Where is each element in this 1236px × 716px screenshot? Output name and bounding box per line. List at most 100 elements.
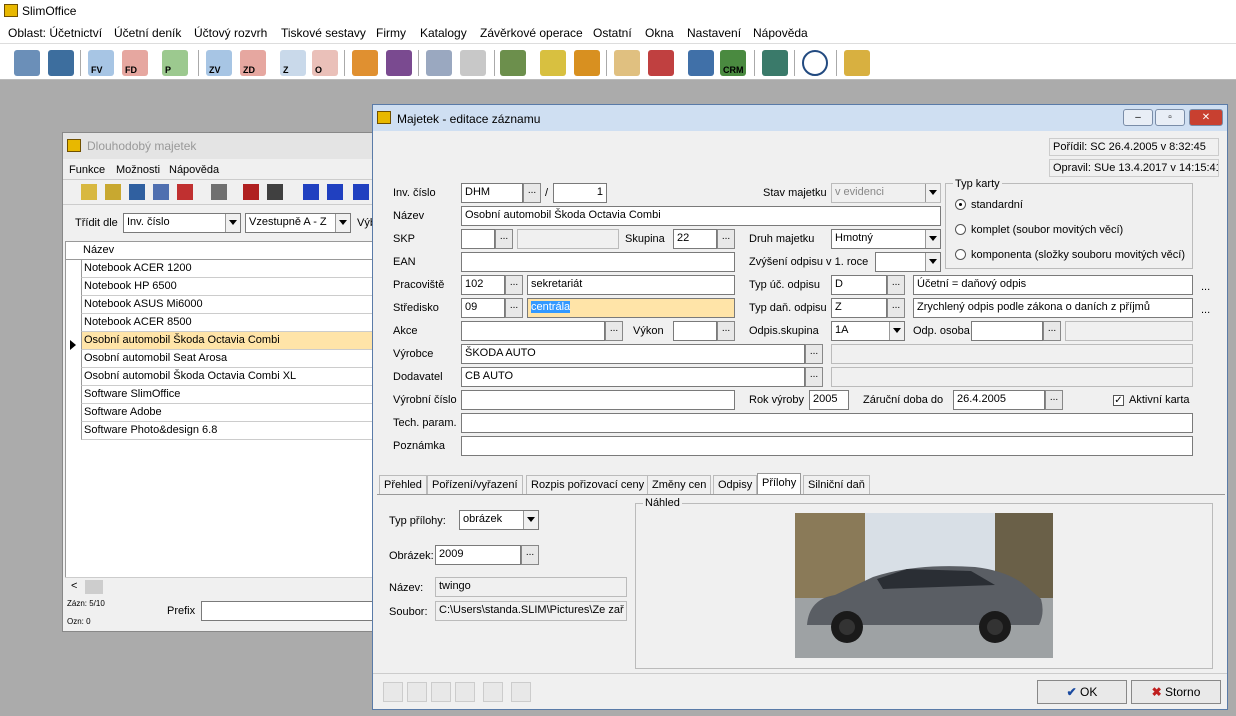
order-button[interactable]: Z [280, 50, 306, 76]
advance-issued-button[interactable]: ZV [206, 50, 232, 76]
car-icon[interactable] [574, 50, 600, 76]
cancel-button[interactable]: ✖ Storno [1131, 680, 1221, 704]
cash-register-icon[interactable] [460, 50, 486, 76]
calculator-icon[interactable] [500, 50, 526, 76]
scroll-left-icon[interactable]: < [71, 580, 77, 592]
note-input[interactable] [461, 436, 1193, 456]
table-row[interactable]: Software SlimOffice [81, 386, 374, 404]
close-icon[interactable]: ✕ [1189, 109, 1223, 126]
print-icon[interactable] [511, 682, 531, 702]
tab-prilohy[interactable]: Přílohy [757, 473, 802, 495]
table-row[interactable]: Osobní automobil Škoda Octavia Combi XL [81, 368, 374, 386]
table-row[interactable]: Software Adobe [81, 404, 374, 422]
attach-image-browse-button[interactable]: ... [521, 545, 539, 565]
horizontal-scrollbar[interactable]: < [65, 577, 375, 595]
attach-image-input[interactable]: 2009 [435, 545, 521, 565]
book-icon[interactable] [386, 50, 412, 76]
workplace-browse-button[interactable]: ... [505, 275, 523, 295]
kind-select[interactable]: Hmotný [831, 229, 941, 249]
supplier-browse-button[interactable]: ... [805, 367, 823, 387]
group-input[interactable]: 22 [673, 229, 717, 249]
sort-field-select[interactable]: Inv. číslo [123, 213, 241, 233]
find-binoculars-icon[interactable] [267, 184, 283, 200]
print-icon[interactable] [211, 184, 227, 200]
menu-nastaveni[interactable]: Nastavení [687, 26, 741, 40]
sort-direction-select[interactable]: Vzestupně A - Z [245, 213, 351, 233]
acc-dep-browse-button[interactable]: ... [887, 275, 905, 295]
skp-browse-button[interactable]: ... [495, 229, 513, 249]
menu-katalogy[interactable]: Katalogy [420, 26, 467, 40]
power-input[interactable] [673, 321, 717, 341]
menu-okna[interactable]: Okna [645, 26, 674, 40]
tab-porizeni[interactable]: Pořízení/vyřazení [427, 475, 523, 495]
first-record-icon[interactable] [303, 184, 319, 200]
power-browse-button[interactable]: ... [717, 321, 735, 341]
serial-input[interactable] [461, 390, 735, 410]
person-icon[interactable] [648, 50, 674, 76]
center-code-input[interactable]: 09 [461, 298, 505, 318]
name-input[interactable]: Osobní automobil Škoda Octavia Combi [461, 206, 941, 226]
increase-select[interactable] [875, 252, 941, 272]
menu-ostatni[interactable]: Ostatní [593, 26, 632, 40]
year-input[interactable]: 2005 [809, 390, 849, 410]
card-type-standard-radio[interactable] [955, 199, 966, 210]
invoice-issued-button[interactable]: FV [88, 50, 114, 76]
resp-input[interactable] [971, 321, 1043, 341]
new-record-icon[interactable] [81, 184, 97, 200]
warranty-calendar-button[interactable]: ... [1045, 390, 1063, 410]
view-record-icon[interactable] [153, 184, 169, 200]
last-record-icon[interactable] [455, 682, 475, 702]
resp-browse-button[interactable]: ... [1043, 321, 1061, 341]
previous-record-icon[interactable] [407, 682, 427, 702]
view-icon[interactable] [483, 682, 503, 702]
exit-icon[interactable] [844, 50, 870, 76]
menu-funkce[interactable]: Funkce [69, 164, 105, 176]
menu-oblast[interactable]: Oblast: Účetnictví [8, 26, 102, 40]
tax-dep-code-input[interactable]: Z [831, 298, 887, 318]
invoice-received-button[interactable]: FD [122, 50, 148, 76]
tax-dep-more-icon[interactable]: ... [1201, 304, 1210, 316]
skp-input[interactable] [461, 229, 495, 249]
filter-icon[interactable] [243, 184, 259, 200]
tax-dep-browse-button[interactable]: ... [887, 298, 905, 318]
tab-rozpis[interactable]: Rozpis pořizovací ceny [526, 475, 650, 495]
next-record-icon[interactable] [431, 682, 451, 702]
next-record-icon[interactable] [353, 184, 369, 200]
first-record-icon[interactable] [383, 682, 403, 702]
state-select[interactable]: v evidenci [831, 183, 941, 203]
card-type-set-radio[interactable] [955, 224, 966, 235]
inv-prefix-input[interactable]: DHM [461, 183, 523, 203]
acc-dep-code-input[interactable]: D [831, 275, 887, 295]
workplace-code-input[interactable]: 102 [461, 275, 505, 295]
people-icon[interactable] [688, 50, 714, 76]
scroll-thumb[interactable] [85, 580, 103, 594]
copy-record-icon[interactable] [105, 184, 121, 200]
ean-input[interactable] [461, 252, 735, 272]
dep-group-select[interactable]: 1A [831, 321, 905, 341]
bank-icon[interactable] [426, 50, 452, 76]
info-icon[interactable] [802, 50, 828, 76]
money-bag-icon[interactable] [540, 50, 566, 76]
menu-napoveda[interactable]: Nápověda [753, 26, 808, 40]
table-row[interactable]: Osobní automobil Seat Arosa [81, 350, 374, 368]
menu-uctovy-rozvrh[interactable]: Účtový rozvrh [194, 26, 267, 40]
action-input[interactable] [461, 321, 605, 341]
ok-button[interactable]: ✔ OK [1037, 680, 1127, 704]
table-row[interactable]: Notebook ACER 1200 [81, 260, 374, 278]
menu-ucetni-denik[interactable]: Účetní deník [114, 26, 181, 40]
previous-record-icon[interactable] [327, 184, 343, 200]
delete-record-icon[interactable] [177, 184, 193, 200]
minimize-icon[interactable]: – [1123, 109, 1153, 126]
edit-record-icon[interactable] [129, 184, 145, 200]
tab-silnicni-dan[interactable]: Silniční daň [803, 475, 870, 495]
advance-received-button[interactable]: ZD [240, 50, 266, 76]
journal-icon[interactable] [14, 50, 40, 76]
inv-prefix-browse-button[interactable]: ... [523, 183, 541, 203]
warehouse-box-icon[interactable] [352, 50, 378, 76]
maximize-icon[interactable]: ▫ [1155, 109, 1185, 126]
home-icon[interactable] [762, 50, 788, 76]
menu-tiskove-sestavy[interactable]: Tiskové sestavy [281, 26, 366, 40]
menu-napoveda-left[interactable]: Nápověda [169, 164, 219, 176]
supplier-input[interactable]: CB AUTO [461, 367, 805, 387]
payment-button[interactable]: P [162, 50, 188, 76]
